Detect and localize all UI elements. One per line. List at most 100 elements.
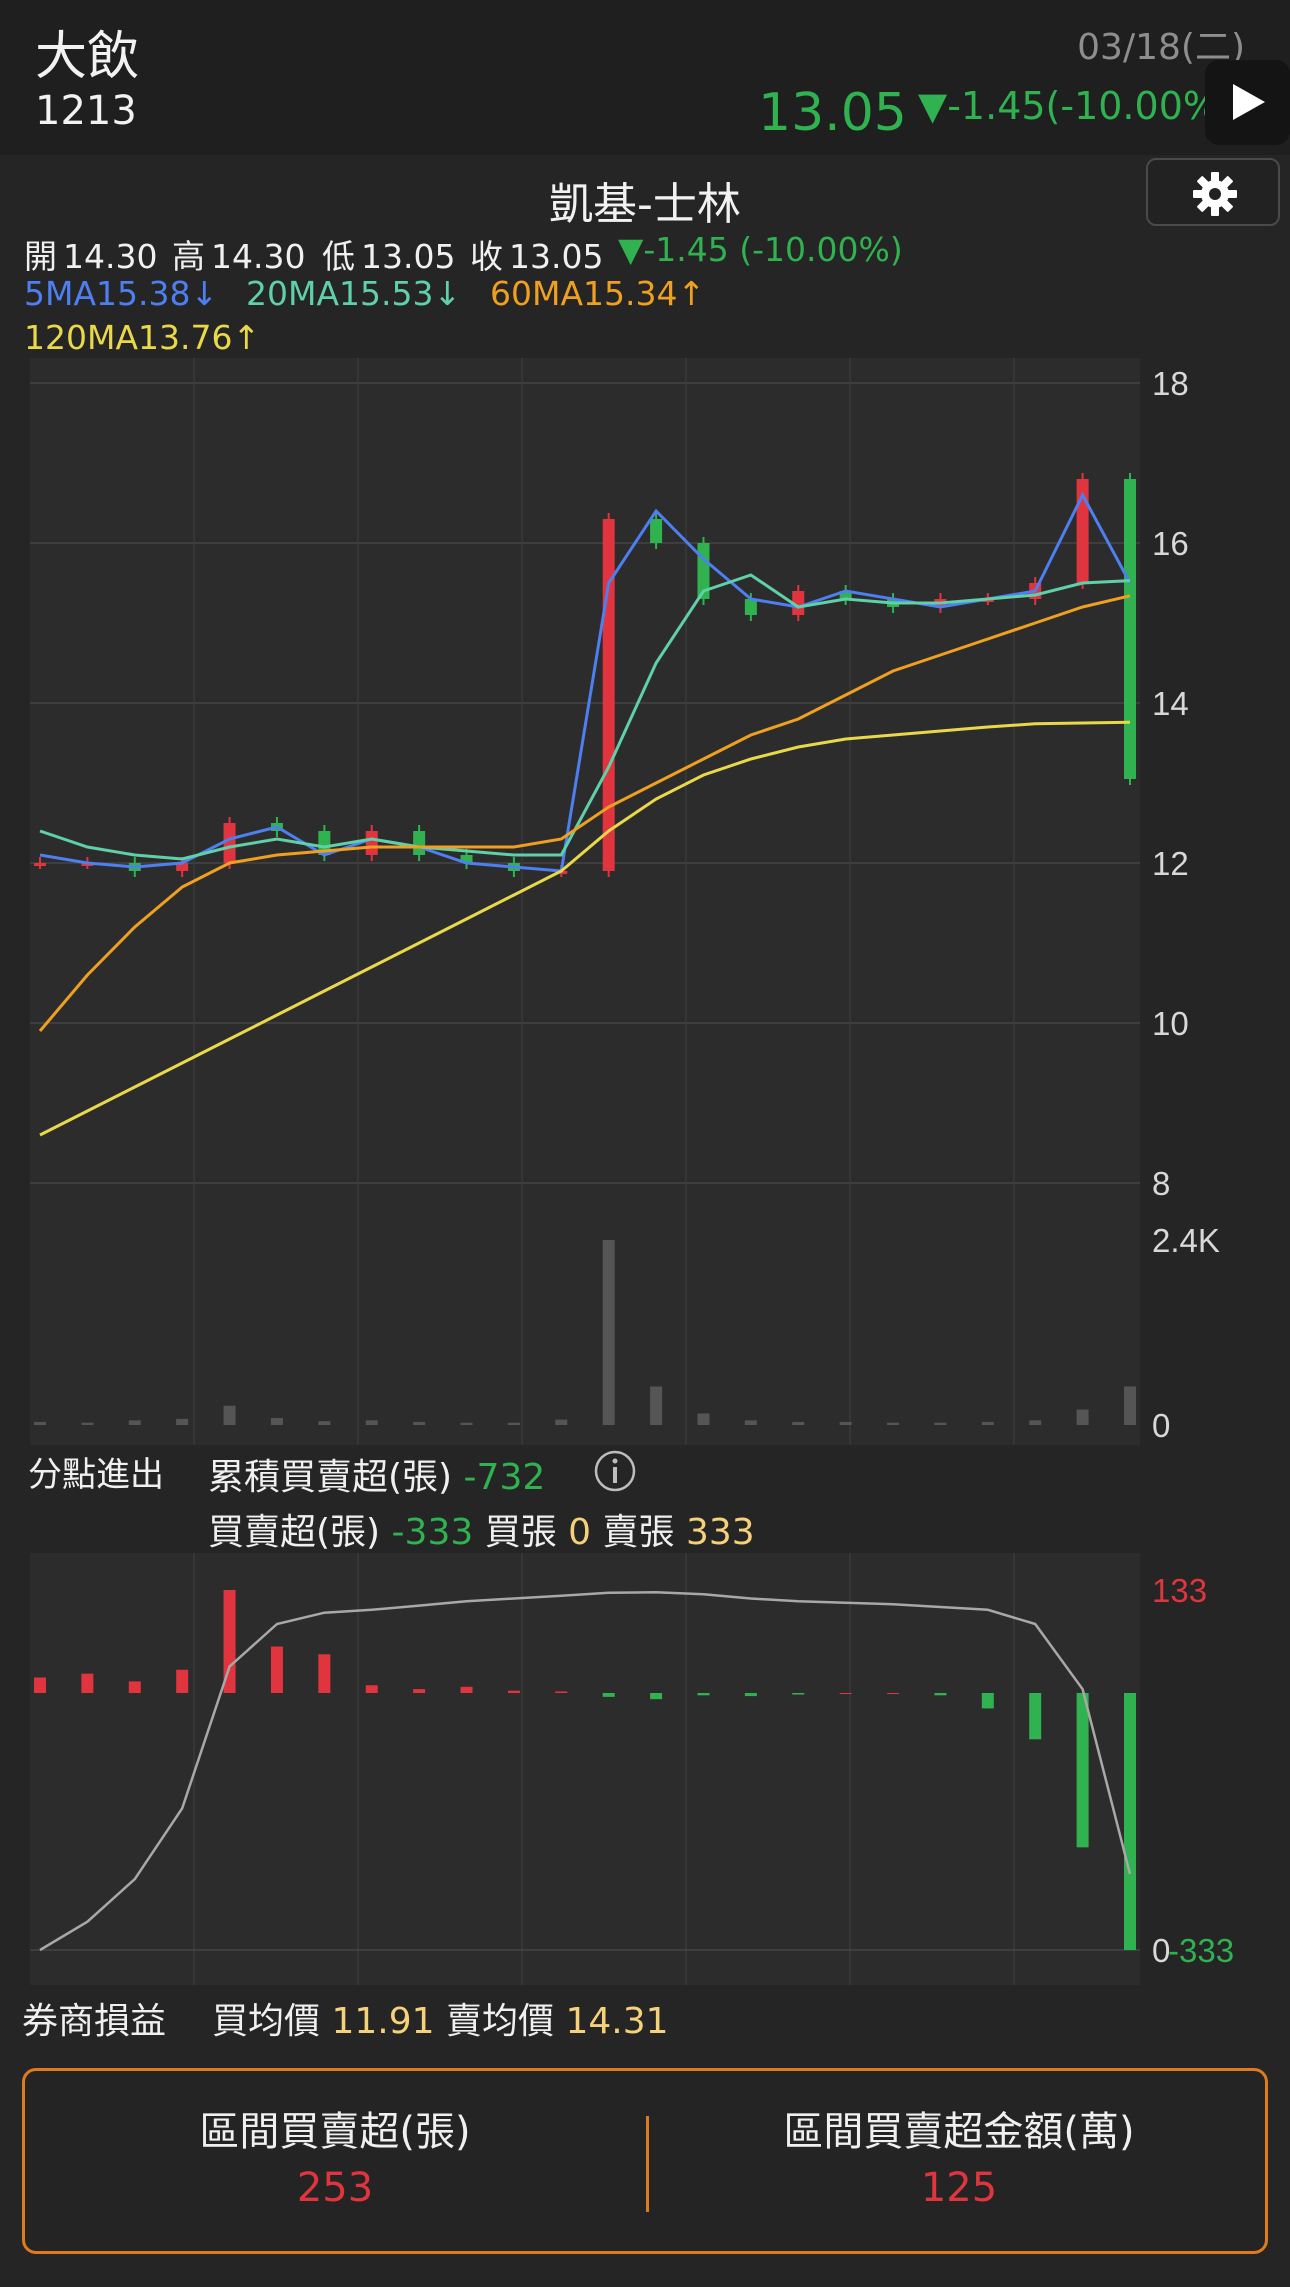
- price-tick-label: 14: [1152, 685, 1189, 722]
- settings-button[interactable]: [1146, 158, 1280, 226]
- low-value: 13.05: [361, 237, 456, 276]
- flow-bar: [413, 1689, 426, 1693]
- net-value: -333: [391, 1512, 474, 1553]
- flow-ticks: 1330-333: [1152, 1572, 1234, 1969]
- price-tick-label: 10: [1152, 1005, 1189, 1042]
- flow-bar: [128, 1681, 141, 1693]
- volume-bar: [128, 1420, 141, 1425]
- high-group: 高 14.30: [172, 230, 305, 278]
- open-label: 開: [24, 237, 57, 276]
- candle: [223, 823, 236, 863]
- flow-bar: [1124, 1693, 1136, 1950]
- flow-tick-label: -333: [1168, 1932, 1234, 1969]
- flow-bar: [555, 1691, 568, 1693]
- flow-bar: [887, 1693, 900, 1694]
- volume-bar: [602, 1240, 615, 1425]
- volume-bar: [744, 1420, 757, 1425]
- ma20-label: 20MA15.53↓: [246, 274, 462, 313]
- stock-name: 大飲: [35, 27, 140, 87]
- volume-bar: [1029, 1420, 1042, 1425]
- flow-bar: [81, 1673, 94, 1693]
- cum-value: -732: [463, 1457, 546, 1498]
- candle: [744, 599, 757, 615]
- buy-label: 買張: [484, 1512, 557, 1553]
- volume-bar: [460, 1422, 473, 1425]
- volume-bar: [176, 1418, 189, 1425]
- cum-row: 累積買賣超(張) -732: [208, 1448, 545, 1500]
- volume-bar: [507, 1422, 520, 1425]
- volume-bar: [81, 1422, 94, 1425]
- volume-bar: [270, 1418, 283, 1425]
- play-button[interactable]: [1205, 60, 1290, 145]
- ma120-label: 120MA13.76↑: [24, 318, 261, 357]
- volume-bar: [34, 1421, 46, 1425]
- candle: [1124, 479, 1136, 779]
- flow-bar: [507, 1690, 520, 1693]
- flow-bar: [650, 1693, 663, 1700]
- sell-label: 賣張: [602, 1512, 675, 1553]
- low-label: 低: [322, 237, 355, 276]
- flow-bar: [792, 1693, 805, 1695]
- pnl-row: 買均價 11.91 賣均價 14.31: [212, 1992, 669, 2044]
- volume-bar: [318, 1421, 331, 1425]
- volume-bar: [365, 1420, 378, 1425]
- flow-bar: [602, 1693, 615, 1697]
- volume-bar: [934, 1422, 947, 1425]
- high-value: 14.30: [211, 237, 306, 276]
- price-value: 13.05: [758, 83, 907, 143]
- close-value: 13.05: [509, 237, 604, 276]
- volume-bar: [887, 1422, 900, 1425]
- broker-title: 凱基-士林: [549, 179, 741, 230]
- flow-bar: [318, 1654, 331, 1693]
- volume-bar: [650, 1386, 663, 1425]
- buy-avg-label: 買均價: [212, 2001, 321, 2042]
- candle: [650, 519, 663, 543]
- net-row: 買賣超(張) -333 買張 0 賣張 333: [208, 1503, 755, 1555]
- close-label: 收: [470, 237, 503, 276]
- volume-bar: [839, 1421, 852, 1425]
- flow-bar: [1029, 1693, 1042, 1740]
- volume-bar: [792, 1421, 805, 1425]
- open-group: 開 14.30: [24, 230, 157, 278]
- ohlc-change: ▼-1.45 (-10.00%): [618, 230, 903, 269]
- sell-avg-value: 14.31: [565, 2001, 669, 2042]
- volume-tick-label: 0: [1152, 1407, 1170, 1444]
- flow-bar: [934, 1693, 947, 1696]
- gear-icon: [1193, 172, 1237, 216]
- close-group: 收 13.05: [470, 230, 603, 278]
- info-button[interactable]: [593, 1449, 637, 1497]
- volume-bar: [413, 1421, 426, 1425]
- volume-bar: [1076, 1409, 1089, 1425]
- play-icon: [1233, 84, 1265, 120]
- ma5-label: 5MA15.38↓: [24, 274, 219, 313]
- stock-code: 1213: [35, 88, 137, 134]
- cum-label: 累積買賣超(張): [208, 1457, 453, 1498]
- volume-tick-label: 2.4K: [1152, 1222, 1220, 1259]
- summary-amount-title: 區間買賣超金額(萬): [783, 2109, 1135, 2155]
- price-change: ▼-1.45(-10.00%): [918, 84, 1234, 128]
- flow-bar: [697, 1693, 710, 1696]
- flow-bar: [839, 1693, 852, 1694]
- candle: [34, 863, 46, 866]
- summary-box: 區間買賣超(張) 253 區間買賣超金額(萬) 125: [22, 2068, 1268, 2254]
- volume-bar: [223, 1405, 236, 1425]
- flow-bar: [34, 1677, 46, 1693]
- price-pane: [30, 358, 1140, 1445]
- chart-area: 18161412108 2.4K0 1330-333: [30, 358, 1234, 1985]
- high-label: 高: [172, 237, 205, 276]
- price-tick-label: 12: [1152, 845, 1189, 882]
- flow-bar: [744, 1693, 757, 1697]
- buy-value: 0: [568, 1512, 592, 1553]
- price-tick-label: 18: [1152, 365, 1189, 402]
- candle: [365, 831, 378, 855]
- volume-bar: [697, 1413, 710, 1425]
- low-group: 低 13.05: [322, 230, 455, 278]
- price-ticks: 18 16 14 12 10 8: [1152, 365, 1189, 1202]
- info-icon: [594, 1450, 636, 1492]
- candle: [413, 831, 426, 855]
- flow-bar: [981, 1693, 994, 1709]
- summary-amount-value: 125: [920, 2165, 998, 2211]
- flow-bar: [176, 1669, 189, 1693]
- flow-bar: [270, 1646, 283, 1693]
- volume-bar: [1124, 1386, 1136, 1425]
